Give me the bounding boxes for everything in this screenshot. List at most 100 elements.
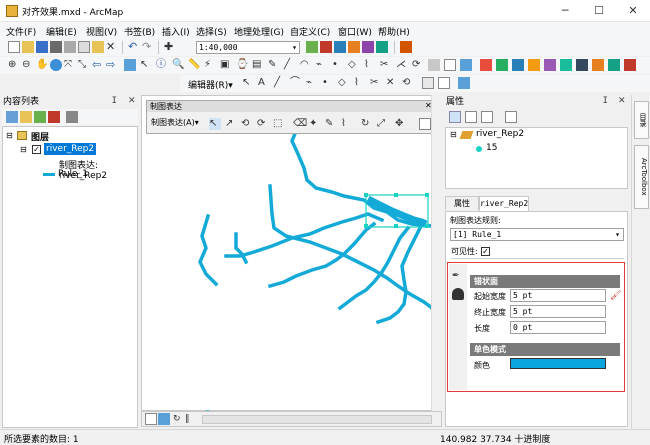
stroke-layer-icon[interactable]: ✒ xyxy=(452,270,464,282)
attributes-pin-icon[interactable]: ⵊ xyxy=(603,96,608,106)
pan-icon[interactable]: ✋ xyxy=(36,59,48,71)
arc-segment-icon[interactable]: ◠ xyxy=(300,59,312,71)
reshape-icon[interactable]: ⌇ xyxy=(364,59,376,71)
split-tool-icon[interactable]: ✕ xyxy=(386,77,398,89)
select-elements-icon[interactable]: ↖ xyxy=(140,59,152,71)
layer-visibility-checkbox[interactable]: ✓ xyxy=(32,145,41,154)
layout-icon-9[interactable] xyxy=(608,59,620,71)
split-icon[interactable]: ⋌ xyxy=(396,59,408,71)
delete-icon[interactable]: ✕ xyxy=(106,41,118,53)
warp-icon[interactable]: ⌇ xyxy=(341,118,353,130)
visible-checkbox[interactable]: ✓ xyxy=(481,247,490,256)
menu-windows[interactable]: 窗口(W) xyxy=(338,25,372,38)
end-width-input[interactable]: 5 pt xyxy=(510,305,606,318)
identify-icon[interactable]: ⓘ xyxy=(156,59,168,71)
vertex-icon[interactable]: ◇ xyxy=(338,77,350,89)
line-segment-icon[interactable]: ╱ xyxy=(274,77,286,89)
collapse-layer-icon[interactable]: ⊟ xyxy=(20,145,27,154)
start-width-input[interactable]: 5 pt xyxy=(510,289,606,302)
modelbuilder-icon[interactable] xyxy=(400,41,412,53)
menu-file[interactable]: 文件(F) xyxy=(6,25,36,38)
trace-tool-icon[interactable]: ⌁ xyxy=(306,77,318,89)
menu-customize[interactable]: 自定义(C) xyxy=(290,25,330,38)
data-view-icon[interactable] xyxy=(145,413,157,425)
tab-properties[interactable]: 属性 xyxy=(445,196,479,210)
point-icon[interactable]: • xyxy=(332,59,344,71)
length-input[interactable]: 0 pt xyxy=(510,321,606,334)
close-icon[interactable]: ✕ xyxy=(128,96,136,106)
point-tool-icon[interactable]: • xyxy=(322,77,334,89)
copy-icon[interactable] xyxy=(78,41,90,53)
attributes-window-icon[interactable] xyxy=(422,77,434,89)
map-scale-combo[interactable]: 1:40,000 ▾ xyxy=(196,41,300,54)
zoom-out-icon[interactable]: ⊖ xyxy=(22,59,34,71)
cut-polygons-icon[interactable]: ✂ xyxy=(380,59,392,71)
sketch-window-icon[interactable] xyxy=(438,77,450,89)
arctoolbox-icon[interactable] xyxy=(362,41,374,53)
minimize-button[interactable]: ─ xyxy=(548,0,582,22)
list-by-source-icon[interactable] xyxy=(20,111,32,123)
tree-collapse-icon[interactable]: ⊟ xyxy=(450,130,457,139)
measure-icon[interactable]: 📏 xyxy=(188,59,200,71)
editing-tool-icon[interactable]: ✎ xyxy=(268,59,280,71)
rep-properties-icon[interactable] xyxy=(419,118,431,130)
sort-icon[interactable] xyxy=(505,111,517,123)
sketch-properties-icon[interactable] xyxy=(444,59,456,71)
edit-annotation-icon[interactable]: A xyxy=(258,77,270,89)
move-all-icon[interactable]: ✥ xyxy=(395,118,407,130)
collapse-icon[interactable]: ⊟ xyxy=(6,131,13,140)
tab-layer[interactable]: river_Rep2 xyxy=(479,196,529,211)
zoom-in-icon[interactable]: ⊕ xyxy=(8,59,20,71)
layout-view-icon[interactable] xyxy=(158,413,170,425)
reshape-feature-icon[interactable]: ⌇ xyxy=(354,77,366,89)
map-view[interactable]: 制图表达 ✕ 制图表达(A)▾ ↖ ↗ ⟲ ⟳ ⬚ ⌫ ✦ ✎ ⌇ ↻ ⤢ ✥ xyxy=(141,95,443,412)
layout-icon-5[interactable] xyxy=(544,59,556,71)
rotate-rep-icon[interactable]: ↻ xyxy=(361,118,373,130)
list-by-selection-icon[interactable] xyxy=(48,111,60,123)
open-icon[interactable] xyxy=(22,41,34,53)
html-popup-icon[interactable]: ▣ xyxy=(220,59,232,71)
list-by-drawing-order-icon[interactable] xyxy=(6,111,18,123)
select-rep-tool-icon[interactable]: ↖ xyxy=(209,118,221,130)
menu-help[interactable]: 帮助(H) xyxy=(378,25,410,38)
fill-layer-icon[interactable] xyxy=(452,288,464,300)
rule-select[interactable]: [1] Rule_1 ▾ xyxy=(450,228,624,241)
list-view-icon[interactable] xyxy=(465,111,477,123)
editor-menu[interactable]: 编辑器(R)▾ xyxy=(188,78,233,91)
attributes-icon[interactable] xyxy=(428,59,440,71)
menu-bookmarks[interactable]: 书签(B) xyxy=(124,25,155,38)
save-icon[interactable] xyxy=(36,41,48,53)
time-slider-icon[interactable]: ⌚ xyxy=(236,59,248,71)
vertical-scrollbar[interactable] xyxy=(431,95,442,411)
create-features-window-icon[interactable] xyxy=(458,77,470,89)
catalog-window-icon[interactable] xyxy=(334,41,346,53)
layout-icon-2[interactable] xyxy=(496,59,508,71)
layout-icon-8[interactable] xyxy=(592,59,604,71)
straight-segment-icon[interactable]: ╱ xyxy=(284,59,296,71)
color-swatch[interactable] xyxy=(510,358,606,369)
map-canvas[interactable] xyxy=(142,96,443,412)
attributes-close-icon[interactable]: ✕ xyxy=(618,96,626,106)
scale-rep-icon[interactable]: ⤢ xyxy=(377,118,389,130)
create-viewer-icon[interactable]: ▤ xyxy=(252,59,264,71)
rotate-tool-icon[interactable]: ⟲ xyxy=(402,77,414,89)
table-view-icon[interactable] xyxy=(481,111,493,123)
draw-icon[interactable]: ✎ xyxy=(325,118,337,130)
full-extent-icon[interactable] xyxy=(50,59,62,71)
table-window-icon[interactable] xyxy=(320,41,332,53)
add-data-icon[interactable]: ✚ xyxy=(164,41,176,53)
layout-icon-10[interactable] xyxy=(624,59,636,71)
cut-polygon-icon[interactable]: ✂ xyxy=(370,77,382,89)
toc-root-label[interactable]: 图层 xyxy=(31,130,49,143)
menu-view[interactable]: 视图(V) xyxy=(86,25,117,38)
direct-select-icon[interactable]: ↗ xyxy=(225,118,237,130)
catalog-tab[interactable]: 目录 xyxy=(634,101,649,139)
edit-tool-icon[interactable]: ↖ xyxy=(242,77,254,89)
endpoint-arc-icon[interactable]: ⌒ xyxy=(290,77,302,89)
list-by-visibility-icon[interactable] xyxy=(34,111,46,123)
forward-extent-icon[interactable]: ⇨ xyxy=(106,59,118,71)
rep-toolbar-menu[interactable]: 制图表达(A)▾ xyxy=(151,117,199,128)
move-rep-icon[interactable]: ⬚ xyxy=(273,118,285,130)
layer-view-icon[interactable] xyxy=(449,111,461,123)
back-extent-icon[interactable]: ⇦ xyxy=(92,59,104,71)
